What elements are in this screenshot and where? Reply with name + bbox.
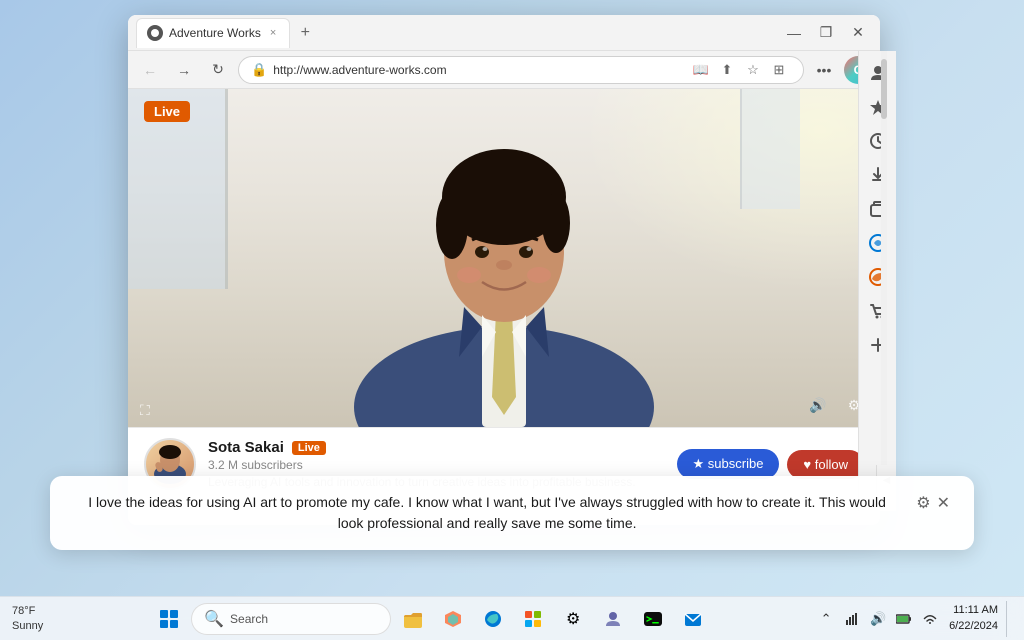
chat-controls: ⚙ ✕ xyxy=(916,492,950,516)
share-button[interactable]: ⬆ xyxy=(715,58,739,82)
clock-time: 11:11 AM xyxy=(949,603,998,618)
subscribe-button[interactable]: ★ subscribe xyxy=(677,449,780,479)
start-button[interactable] xyxy=(151,601,187,637)
taskbar-app-store[interactable] xyxy=(515,601,551,637)
tray-network[interactable] xyxy=(841,608,863,630)
sidebar-downloads-icon[interactable] xyxy=(862,159,894,191)
tab-favicon xyxy=(147,25,163,41)
url-bar[interactable]: 🔒 http://www.adventure-works.com 📖 ⬆ ☆ ⊞ xyxy=(238,56,804,84)
live-badge: Live xyxy=(144,101,190,122)
clock-date: 6/22/2024 xyxy=(949,619,998,634)
url-text: http://www.adventure-works.com xyxy=(273,63,683,77)
sidebar-profile-icon[interactable] xyxy=(862,57,894,89)
title-bar: Adventure Works × + — ❐ ✕ xyxy=(128,15,880,51)
search-placeholder: Search xyxy=(230,612,268,626)
weather-desc: Sunny xyxy=(12,619,43,633)
favorites-button[interactable]: ☆ xyxy=(741,58,765,82)
taskbar: 78°F Sunny 🔍 Search xyxy=(0,596,1024,640)
lock-icon: 🔒 xyxy=(251,62,267,78)
restore-button[interactable]: ❐ xyxy=(812,19,840,47)
reader-mode-button[interactable]: 📖 xyxy=(689,58,713,82)
taskbar-app-teams[interactable] xyxy=(595,601,631,637)
taskbar-center: 🔍 Search ⚙ xyxy=(47,601,815,637)
chat-text: I love the ideas for using AI art to pro… xyxy=(74,492,900,534)
url-actions: 📖 ⬆ ☆ ⊞ xyxy=(689,58,791,82)
chat-gear-icon[interactable]: ⚙ xyxy=(916,492,930,516)
browser-app-button[interactable]: ⊞ xyxy=(767,58,791,82)
sidebar-copilot-icon[interactable] xyxy=(862,227,894,259)
tray-wifi[interactable] xyxy=(919,608,941,630)
search-icon: 🔍 xyxy=(204,609,224,629)
fullscreen-button[interactable]: ⛶ xyxy=(140,402,150,419)
channel-live-tag: Live xyxy=(292,441,326,455)
close-button[interactable]: ✕ xyxy=(844,19,872,47)
taskbar-left: 78°F Sunny xyxy=(12,604,47,633)
window-controls: — ❐ ✕ xyxy=(780,19,872,47)
sidebar-edge-icon[interactable] xyxy=(862,261,894,293)
channel-name-row: Sota Sakai Live xyxy=(208,439,665,456)
chat-close-icon[interactable]: ✕ xyxy=(937,492,950,516)
browser-window: Adventure Works × + — ❐ ✕ ← → ↻ 🔒 http:/… xyxy=(128,15,880,525)
taskbar-app-file-explorer[interactable] xyxy=(395,601,431,637)
tab-title: Adventure Works xyxy=(169,26,261,40)
new-tab-button[interactable]: + xyxy=(292,20,318,46)
video-area: Live ⛶ 🔊 ⚙ xyxy=(128,89,880,427)
tab-area: Adventure Works × + xyxy=(136,18,776,48)
browser-tab[interactable]: Adventure Works × xyxy=(136,18,290,48)
win-sq-1 xyxy=(160,610,168,618)
windows-logo xyxy=(160,610,178,628)
more-options-button[interactable]: ••• xyxy=(810,56,838,84)
win-sq-2 xyxy=(170,610,178,618)
person-container xyxy=(128,89,880,427)
sidebar-shopping-icon[interactable] xyxy=(862,295,894,327)
channel-name: Sota Sakai xyxy=(208,439,284,456)
sidebar-history-icon[interactable] xyxy=(862,125,894,157)
tray-up-arrow[interactable]: ⌃ xyxy=(815,608,837,630)
browser-scroll-thumb-track[interactable] xyxy=(881,59,887,119)
tray-battery[interactable] xyxy=(893,608,915,630)
volume-button[interactable]: 🔊 xyxy=(804,391,832,419)
chat-bubble: I love the ideas for using AI art to pro… xyxy=(50,476,974,550)
taskbar-weather: 78°F Sunny xyxy=(12,604,43,633)
minimize-button[interactable]: — xyxy=(780,19,808,47)
back-button[interactable]: ← xyxy=(136,56,164,84)
win-sq-4 xyxy=(170,620,178,628)
sidebar-collections-icon[interactable] xyxy=(862,193,894,225)
taskbar-clock[interactable]: 11:11 AM 6/22/2024 xyxy=(945,603,1002,634)
taskbar-right: ⌃ 🔊 11:11 AM 6/22/2024 xyxy=(815,601,1012,637)
weather-temp: 78°F xyxy=(12,604,43,618)
win-sq-3 xyxy=(160,620,168,628)
browser-scrolltrack xyxy=(881,51,887,511)
taskbar-app-edge[interactable] xyxy=(475,601,511,637)
person-figure xyxy=(304,97,704,427)
channel-actions: ★ subscribe ♥ follow xyxy=(677,449,864,479)
tray-volume[interactable]: 🔊 xyxy=(867,608,889,630)
refresh-button[interactable]: ↻ xyxy=(204,56,232,84)
taskbar-app-settings[interactable]: ⚙ xyxy=(555,601,591,637)
edge-sidebar xyxy=(858,51,896,511)
tab-close-button[interactable]: × xyxy=(267,26,279,40)
follow-button[interactable]: ♥ follow xyxy=(787,450,864,479)
taskbar-app-mail[interactable] xyxy=(675,601,711,637)
sidebar-add-icon[interactable] xyxy=(862,329,894,361)
forward-button[interactable]: → xyxy=(170,56,198,84)
taskbar-app-copilot[interactable] xyxy=(435,601,471,637)
taskbar-app-terminal[interactable] xyxy=(635,601,671,637)
desktop: Adventure Works × + — ❐ ✕ ← → ↻ 🔒 http:/… xyxy=(0,0,1024,640)
show-desktop-button[interactable] xyxy=(1006,601,1012,637)
address-bar: ← → ↻ 🔒 http://www.adventure-works.com 📖… xyxy=(128,51,880,89)
taskbar-search[interactable]: 🔍 Search xyxy=(191,603,391,635)
sidebar-favorites-icon[interactable] xyxy=(862,91,894,123)
channel-subscribers: 3.2 M subscribers xyxy=(208,458,665,472)
